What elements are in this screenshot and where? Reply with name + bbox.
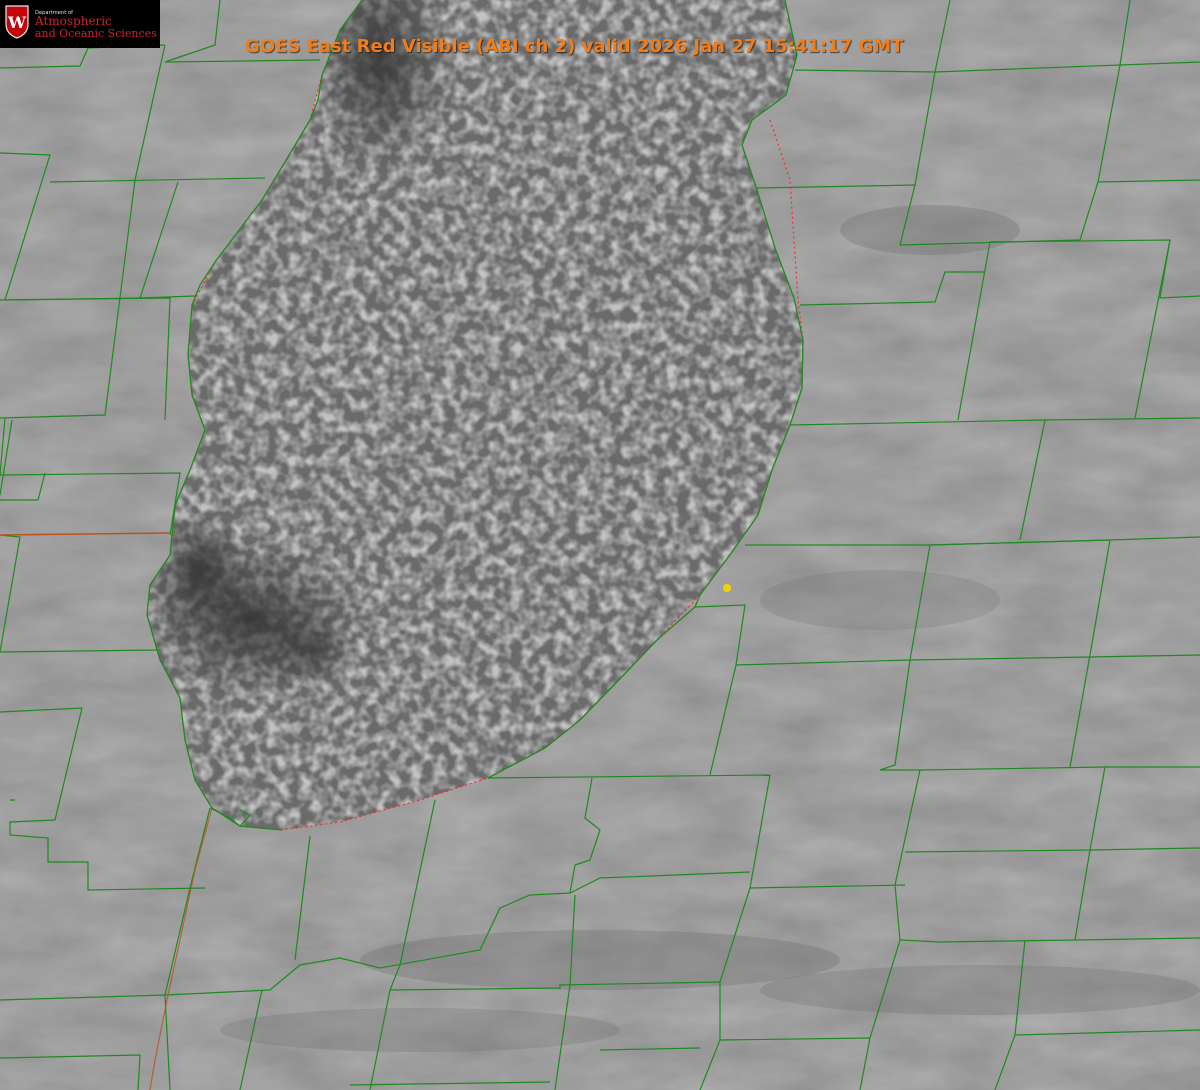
logo-name-line2: and Oceanic Sciences [35, 27, 157, 40]
visible-satellite-image [0, 0, 1200, 1090]
location-dot-icon [723, 584, 731, 592]
logo-name-line1: Atmospheric [35, 14, 112, 28]
uw-aos-logo: W Department of Atmospheric and Oceanic … [0, 0, 160, 48]
shield-letter: W [7, 13, 27, 32]
satellite-map: W Department of Atmospheric and Oceanic … [0, 0, 1200, 1090]
shield-icon: W [5, 5, 29, 39]
image-title: GOES East Red Visible (ABI ch 2) valid 2… [245, 36, 904, 57]
